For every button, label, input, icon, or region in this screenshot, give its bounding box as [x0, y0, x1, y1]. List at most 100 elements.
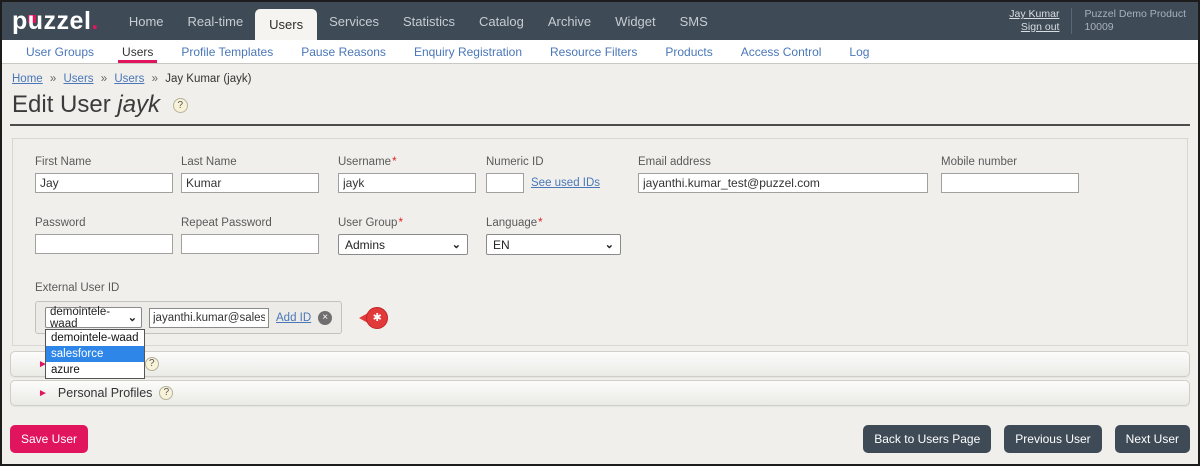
chevron-down-icon: ⌄ [604, 239, 614, 251]
language-field: Language* EN ⌄ [486, 217, 621, 255]
subnav-item-pause-reasons[interactable]: Pause Reasons [287, 40, 400, 63]
language-select[interactable]: EN ⌄ [486, 234, 621, 255]
first-name-label: First Name [35, 156, 92, 168]
required-asterisk: * [398, 217, 403, 229]
breadcrumb-home[interactable]: Home [12, 73, 43, 85]
add-id-link[interactable]: Add ID [276, 312, 311, 324]
help-icon[interactable]: ? [144, 357, 159, 371]
remove-external-id-icon[interactable]: × [318, 310, 333, 325]
user-form-panel: First Name Last Name Username* Numeric I… [12, 138, 1188, 379]
breadcrumb-users-1[interactable]: Users [64, 73, 94, 85]
nav-item-real-time[interactable]: Real-time [176, 2, 256, 40]
password-label: Password [35, 217, 86, 229]
subnav-item-user-groups[interactable]: User Groups [12, 40, 108, 63]
numeric-id-field: Numeric ID See used IDs [486, 156, 631, 193]
nav-item-users[interactable]: Users [255, 9, 318, 40]
product-name: Puzzel Demo Product [1084, 8, 1186, 20]
email-input[interactable] [638, 173, 928, 193]
product-info: Puzzel Demo Product 10009 [1084, 8, 1186, 34]
main-menu: Home Real-time Users Services Statistics… [117, 2, 720, 40]
help-icon[interactable]: ? [159, 386, 174, 400]
puzzel-logo[interactable]: puzzel . [12, 2, 99, 40]
external-id-input[interactable] [149, 307, 269, 328]
top-nav-right: Jay Kumar Sign out Puzzel Demo Product 1… [1009, 2, 1198, 40]
user-name-link[interactable]: Jay Kumar [1009, 8, 1059, 21]
sign-out-link[interactable]: Sign out [1009, 21, 1060, 34]
subnav-item-profile-templates[interactable]: Profile Templates [167, 40, 287, 63]
last-name-input[interactable] [181, 173, 319, 193]
page-title: Edit User jayk ? [12, 91, 1198, 119]
password-input[interactable] [35, 234, 173, 254]
user-group-value: Admins [345, 237, 386, 252]
nav-divider [1071, 8, 1073, 34]
provider-option-demointele-waad[interactable]: demointele-waad [46, 330, 144, 346]
provider-dropdown: demointele-waad salesforce azure [45, 329, 145, 379]
product-id: 10009 [1084, 21, 1114, 33]
save-user-button[interactable]: Save User [10, 425, 89, 453]
help-icon[interactable]: ? [172, 98, 188, 113]
language-label: Language* [486, 217, 543, 229]
breadcrumb-current: Jay Kumar (jayk) [165, 73, 252, 85]
chevron-down-icon: ⌄ [127, 312, 137, 324]
personal-profiles-accordion[interactable]: ► Personal Profiles ? [10, 380, 1190, 406]
nav-item-archive[interactable]: Archive [536, 2, 603, 40]
numeric-id-label: Numeric ID [486, 156, 544, 168]
first-name-field: First Name [35, 156, 173, 193]
group-profiles-accordion[interactable]: ► Group Profiles ? [10, 351, 1190, 377]
subnav-item-products[interactable]: Products [651, 40, 726, 63]
username-field: Username* [338, 156, 476, 193]
subnav-item-access-control[interactable]: Access Control [727, 40, 836, 63]
subnav-item-enquiry-registration[interactable]: Enquiry Registration [400, 40, 536, 63]
repeat-password-field: Repeat Password [181, 217, 319, 255]
provider-option-azure[interactable]: azure [46, 362, 144, 378]
back-to-users-button[interactable]: Back to Users Page [863, 425, 992, 453]
next-user-button[interactable]: Next User [1114, 425, 1190, 453]
repeat-password-input[interactable] [181, 234, 319, 254]
user-group-field: User Group* Admins ⌄ [338, 217, 468, 255]
breadcrumb: Home » Users » Users » Jay Kumar (jayk) [2, 64, 1198, 85]
external-user-id-label: External User ID [35, 282, 120, 294]
numeric-id-input[interactable] [486, 173, 524, 193]
page-title-username: jayk [117, 91, 161, 118]
subnav-item-users[interactable]: Users [108, 40, 167, 63]
nav-item-services[interactable]: Services [317, 2, 391, 40]
nav-item-catalog[interactable]: Catalog [467, 2, 536, 40]
user-group-label: User Group* [338, 217, 403, 229]
breadcrumb-separator: » [151, 73, 158, 85]
mobile-input[interactable] [941, 173, 1079, 193]
nav-item-widget[interactable]: Widget [603, 2, 667, 40]
click-pointer-icon: ✱ [359, 306, 389, 329]
provider-select[interactable]: demointele-waad ⌄ [45, 305, 142, 330]
user-group-select[interactable]: Admins ⌄ [338, 234, 468, 255]
username-input[interactable] [338, 173, 476, 193]
first-name-input[interactable] [35, 173, 173, 193]
repeat-password-label: Repeat Password [181, 217, 272, 229]
subnav-item-resource-filters[interactable]: Resource Filters [536, 40, 651, 63]
breadcrumb-users-2[interactable]: Users [114, 73, 144, 85]
breadcrumb-separator: » [100, 73, 108, 85]
subnav-item-log[interactable]: Log [835, 40, 883, 63]
password-field: Password [35, 217, 173, 255]
nav-item-sms[interactable]: SMS [668, 2, 720, 40]
last-name-label: Last Name [181, 156, 237, 168]
nav-item-statistics[interactable]: Statistics [391, 2, 467, 40]
chevron-down-icon: ⌄ [451, 239, 461, 251]
mobile-field: Mobile number [941, 156, 1079, 193]
top-nav: puzzel . Home Real-time Users Services S… [2, 2, 1198, 40]
language-value: EN [493, 237, 510, 252]
provider-option-salesforce[interactable]: salesforce [46, 346, 144, 362]
provider-selected-value: demointele-waad [50, 305, 111, 330]
sub-nav: User Groups Users Profile Templates Paus… [2, 40, 1198, 64]
action-bar: Save User Back to Users Page Previous Us… [10, 425, 1190, 453]
last-name-field: Last Name [181, 156, 319, 193]
external-id-box: demointele-waad ⌄ demointele-waad salesf… [35, 301, 343, 379]
page-title-prefix: Edit User [12, 91, 118, 118]
breadcrumb-separator: » [49, 73, 57, 85]
username-label: Username* [338, 156, 397, 168]
see-used-ids-link[interactable]: See used IDs [531, 177, 600, 189]
previous-user-button[interactable]: Previous User [1004, 425, 1102, 453]
email-field: Email address [638, 156, 928, 193]
nav-item-home[interactable]: Home [117, 2, 176, 40]
personal-profiles-label: Personal Profiles [57, 386, 153, 400]
email-label: Email address [638, 156, 711, 168]
